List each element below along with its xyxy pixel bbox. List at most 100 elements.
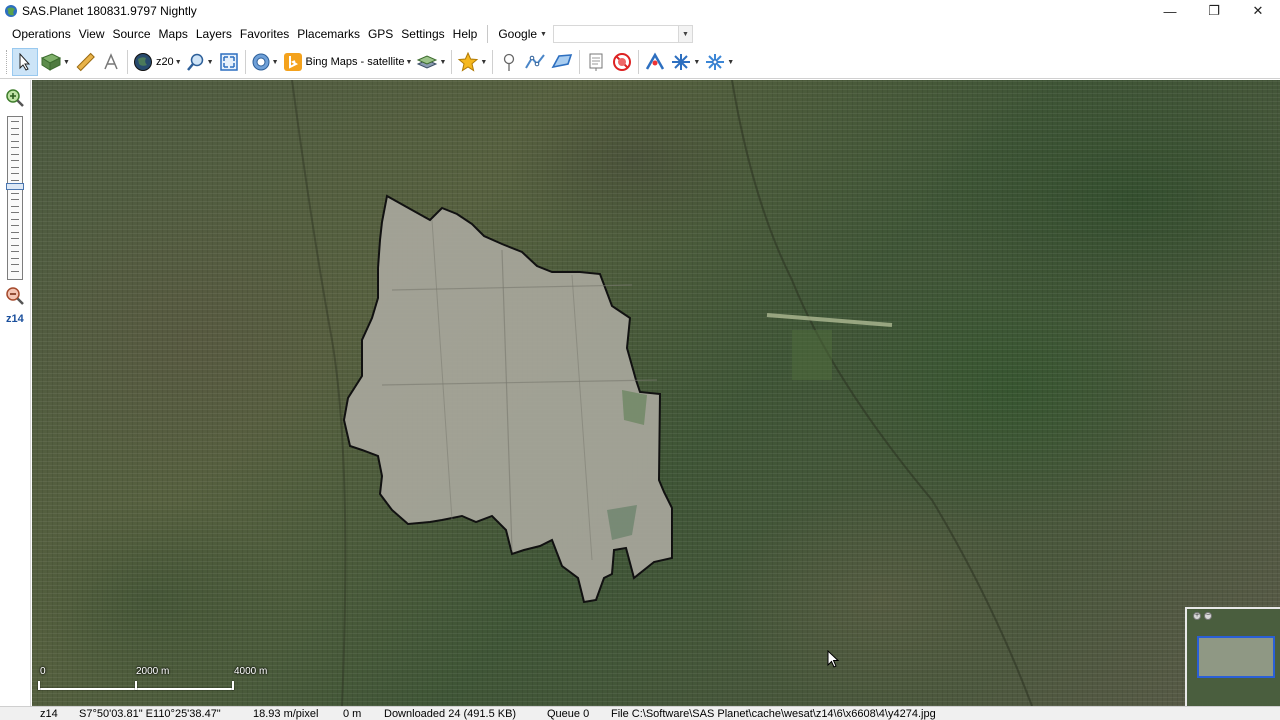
toolbar-separator — [638, 50, 640, 74]
hide-marks-button[interactable] — [609, 48, 635, 76]
scale-label-end: 4000 m — [234, 666, 268, 677]
gps-connect-button[interactable]: ▼ — [668, 48, 702, 76]
path-button[interactable] — [98, 48, 124, 76]
status-bar: z14 S7°50'03.81" E110°25'38.47" 18.93 m/… — [0, 706, 1280, 720]
add-polygon-button[interactable] — [548, 48, 576, 76]
zoom-tick — [11, 160, 19, 161]
zoom-tick — [11, 264, 19, 265]
gps-settings-button[interactable]: ▼ — [702, 48, 736, 76]
zoom-tick — [11, 121, 19, 122]
menu-settings[interactable]: Settings — [397, 27, 448, 41]
status-zoom: z14 — [40, 708, 58, 720]
zoom-slider-thumb[interactable] — [6, 183, 24, 190]
menu-favorites[interactable]: Favorites — [236, 27, 293, 41]
select-area-button[interactable]: ▼ — [38, 48, 72, 76]
menu-view[interactable]: View — [75, 27, 109, 41]
city-green-area — [622, 390, 647, 425]
zoom-tick — [11, 192, 19, 194]
zoom-tick — [11, 251, 19, 252]
chevron-down-icon: ▼ — [439, 58, 447, 66]
scale-tick — [38, 681, 40, 690]
gps-settings-icon — [706, 54, 725, 70]
cursor-icon — [19, 53, 31, 71]
menu-gps[interactable]: GPS — [364, 27, 397, 41]
chevron-down-icon: ▼ — [693, 58, 701, 66]
zoom-out-button[interactable] — [5, 286, 25, 309]
minimap-zoom-in-icon[interactable]: + — [1193, 612, 1201, 620]
zoom-slider[interactable] — [6, 116, 24, 280]
menu-placemarks[interactable]: Placemarks — [293, 27, 364, 41]
marks-list-button[interactable] — [583, 48, 609, 76]
chevron-down-icon: ▼ — [405, 58, 413, 66]
polyline-icon — [525, 54, 546, 69]
zoom-tick — [11, 244, 19, 246]
favorites-star-icon — [458, 52, 479, 72]
zoom-tick — [11, 153, 19, 155]
menu-source[interactable]: Source — [109, 27, 155, 41]
gps-track-button[interactable] — [642, 48, 668, 76]
map-viewport[interactable]: 0 2000 m 4000 m + − — [32, 80, 1280, 706]
map-source-button[interactable]: Bing Maps - satellite ▼ — [281, 48, 415, 76]
status-coordinates: S7°50'03.81" E110°25'38.47" — [79, 708, 221, 720]
search-combo-chevron-icon[interactable]: ▼ — [677, 26, 692, 42]
layers-button[interactable]: ▼ — [414, 48, 448, 76]
gps-button[interactable]: ▼ — [249, 48, 281, 76]
river-feature — [291, 80, 347, 706]
fullscreen-button[interactable] — [216, 48, 242, 76]
toolbar-separator — [579, 50, 581, 74]
zoom-tick — [11, 218, 19, 220]
minimap-view-rectangle[interactable] — [1197, 636, 1275, 678]
search-input[interactable]: ▼ — [552, 25, 693, 43]
gps-connect-icon — [672, 54, 691, 70]
zoom-tick — [11, 212, 19, 213]
search-provider-dropdown[interactable]: Google ▼ — [494, 27, 551, 41]
main-toolbar: ▼ z20▼ ▼ ▼ Bing Maps - satellite▼ ▼ ▼ — [0, 46, 1280, 79]
mini-map[interactable]: + − — [1185, 607, 1280, 706]
search-provider-label: Google — [498, 27, 538, 41]
zoom-level-indicator: z14 — [6, 313, 24, 325]
menu-separator — [487, 25, 489, 43]
zoom-level-label: z20 — [155, 56, 174, 68]
menu-operations[interactable]: Operations — [8, 27, 75, 41]
layers-icon — [417, 55, 438, 69]
zoom-tick — [11, 127, 19, 129]
placemark-pin-icon — [504, 53, 515, 71]
bing-icon — [283, 53, 302, 71]
zoom-tool-button[interactable]: ▼ — [184, 48, 216, 76]
menu-layers[interactable]: Layers — [192, 27, 236, 41]
zoom-tick — [11, 270, 19, 272]
chevron-down-icon: ▼ — [206, 58, 214, 66]
zoom-icon — [186, 53, 203, 71]
menu-help[interactable]: Help — [449, 27, 482, 41]
scale-tick — [135, 681, 137, 690]
zoom-tick — [11, 134, 19, 135]
add-polyline-button[interactable] — [522, 48, 548, 76]
airport-area — [792, 330, 832, 380]
status-file-path: File C:\Software\SAS Planet\cache\wesat\… — [611, 708, 936, 720]
chevron-down-icon: ▼ — [271, 58, 279, 66]
zoom-tick — [11, 140, 19, 142]
menu-maps[interactable]: Maps — [155, 27, 192, 41]
toolbar-separator — [244, 50, 246, 74]
zoom-level-button[interactable]: z20 ▼ — [131, 48, 184, 76]
scale-tick — [232, 681, 234, 690]
zoom-tick — [11, 238, 19, 239]
zoom-tick — [11, 231, 19, 233]
minimap-zoom-out-icon[interactable]: − — [1204, 612, 1212, 620]
maximize-button[interactable]: ❐ — [1192, 0, 1236, 22]
ruler-icon — [76, 52, 95, 72]
add-placemark-button[interactable] — [496, 48, 522, 76]
chevron-down-icon: ▼ — [480, 58, 488, 66]
zoom-tick — [11, 199, 19, 200]
chevron-down-icon: ▼ — [63, 58, 70, 66]
minimize-button[interactable]: — — [1148, 0, 1192, 22]
zoom-tick — [11, 147, 19, 148]
zoom-in-button[interactable] — [5, 88, 25, 111]
chevron-down-icon: ▼ — [540, 30, 547, 38]
close-button[interactable]: ✕ — [1236, 0, 1280, 22]
cursor-tool-button[interactable] — [12, 48, 38, 76]
toolbar-separator — [451, 50, 453, 74]
ruler-button[interactable] — [72, 48, 98, 76]
favorites-button[interactable]: ▼ — [455, 48, 489, 76]
toolbar-separator — [126, 50, 128, 74]
